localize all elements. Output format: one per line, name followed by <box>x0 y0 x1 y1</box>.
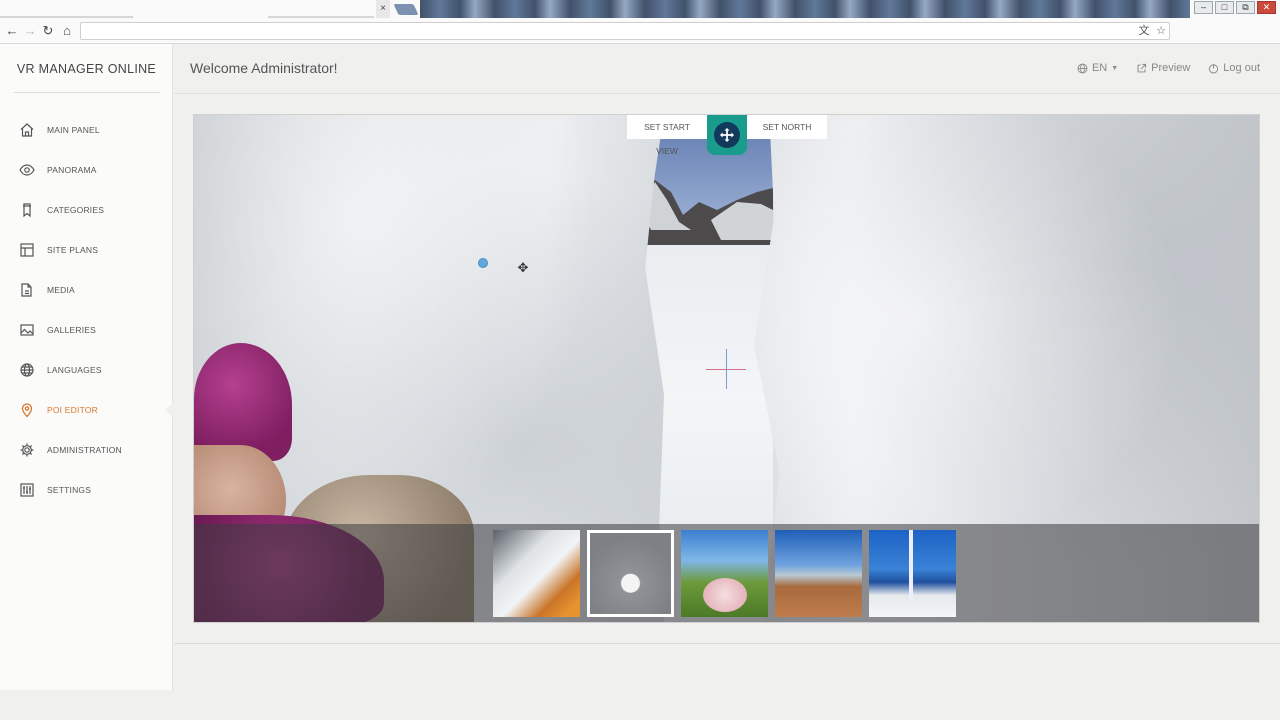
sidebar-menu: MAIN PANEL PANORAMA CATEGORIES SITE PLAN… <box>0 110 174 510</box>
globe-icon <box>1077 63 1088 73</box>
sidebar-item-label: MAIN PANEL <box>47 125 100 135</box>
close-window-button[interactable]: ✕ <box>1257 1 1276 14</box>
files-icon <box>18 281 36 299</box>
preview-link[interactable]: Preview <box>1136 62 1190 74</box>
new-tab-button[interactable] <box>393 4 419 15</box>
power-icon <box>1209 63 1219 73</box>
brand-title: VR MANAGER ONLINE <box>16 62 157 76</box>
map-pin-icon <box>18 401 36 419</box>
sidebar-item-categories[interactable]: CATEGORIES <box>0 190 173 230</box>
sidebar-item-label: PANORAMA <box>47 165 97 175</box>
panorama-thumbnail-strip <box>194 524 1259 622</box>
back-button[interactable]: ← <box>4 22 20 40</box>
sidebar-item-label: GALLERIES <box>47 325 97 335</box>
sidebar-item-languages[interactable]: LANGUAGES <box>0 350 173 390</box>
thumbnail-sailboat-deck[interactable] <box>869 530 956 617</box>
external-link-icon <box>1137 63 1147 72</box>
panorama-viewer[interactable]: ✥ SET START VIEW SET NORTH <box>193 114 1260 623</box>
sidebar-item-label: LANGUAGES <box>47 365 102 375</box>
sidebar-item-label: MEDIA <box>47 285 75 295</box>
set-start-view-button[interactable]: SET START VIEW <box>627 115 707 156</box>
bookmark-star-icon[interactable]: ☆ <box>1153 23 1169 39</box>
layout-icon <box>18 241 36 259</box>
viewer-toolbar: SET START VIEW SET NORTH <box>627 115 827 156</box>
brand-divider <box>14 92 160 93</box>
bookmark-icon <box>18 201 36 219</box>
close-tab-button[interactable]: × <box>376 0 390 18</box>
desktop-background <box>420 0 1190 18</box>
footer-divider <box>174 643 1280 644</box>
minimize-window-button[interactable]: – <box>1194 1 1213 14</box>
move-view-button[interactable] <box>707 115 747 155</box>
sidebar-item-site-plans[interactable]: SITE PLANS <box>0 230 173 270</box>
thumbnail-rocky-coast[interactable] <box>775 530 862 617</box>
address-input[interactable]: 文 ☆ <box>80 22 1170 40</box>
sidebar-item-panorama[interactable]: PANORAMA <box>0 150 173 190</box>
logout-link[interactable]: Log out <box>1208 62 1260 74</box>
browser-toolbar: ← → ↻ ⌂ 文 ☆ <box>0 18 1280 44</box>
panorama-person-hat <box>194 343 292 461</box>
thumbnail-snow-tunnel[interactable] <box>587 530 674 617</box>
home-button[interactable]: ⌂ <box>59 22 75 40</box>
thumbnail-boat-interior[interactable] <box>493 530 580 617</box>
move-arrows-icon <box>714 122 740 148</box>
window-controls: – □ ⧉ ✕ <box>1194 1 1276 14</box>
welcome-message: Welcome Administrator! <box>190 60 338 76</box>
gear-icon <box>18 441 36 459</box>
poi-hotspot[interactable] <box>478 258 488 268</box>
view-center-crosshair <box>726 349 727 389</box>
caret-down-icon: ▼ <box>1111 64 1119 72</box>
sidebar-item-poi-editor[interactable]: POI EDITOR <box>0 390 174 430</box>
language-dropdown[interactable]: EN ▼ <box>1077 62 1118 74</box>
thumbnail-blossom-garden[interactable] <box>681 530 768 617</box>
forward-button[interactable]: → <box>22 22 38 40</box>
page-header: Welcome Administrator! EN ▼ Preview Log … <box>174 44 1280 94</box>
sidebar-item-label: ADMINISTRATION <box>47 445 122 455</box>
sidebar-item-label: SITE PLANS <box>47 245 99 255</box>
translate-icon[interactable]: 文 <box>1136 23 1152 39</box>
preview-label: Preview <box>1151 62 1191 74</box>
set-north-button[interactable]: SET NORTH <box>747 115 827 139</box>
browser-tabstrip: × – □ ⧉ ✕ <box>0 0 1280 18</box>
language-label: EN <box>1091 62 1108 74</box>
sidebar-item-main-panel[interactable]: MAIN PANEL <box>0 110 173 150</box>
sidebar-item-label: SETTINGS <box>47 485 92 495</box>
sidebar-item-label: CATEGORIES <box>47 205 105 215</box>
sidebar-item-label: POI EDITOR <box>47 405 98 415</box>
gallery-icon <box>18 321 36 339</box>
move-cursor-icon: ✥ <box>517 260 529 275</box>
sidebar: VR MANAGER ONLINE MAIN PANEL PANORAMA CA… <box>0 44 174 690</box>
sidebar-item-media[interactable]: MEDIA <box>0 270 173 310</box>
eye-icon <box>18 161 36 179</box>
sliders-icon <box>18 481 36 499</box>
thumbnail-list <box>493 530 956 617</box>
home-icon <box>18 121 36 139</box>
maximize-window-button[interactable]: ⧉ <box>1236 1 1255 14</box>
reload-button[interactable]: ↻ <box>40 22 56 40</box>
header-actions: EN ▼ Preview Log out <box>1077 62 1260 74</box>
globe-icon <box>18 361 36 379</box>
sidebar-item-administration[interactable]: ADMINISTRATION <box>0 430 173 470</box>
logout-label: Log out <box>1223 62 1260 74</box>
sidebar-item-settings[interactable]: SETTINGS <box>0 470 173 510</box>
sidebar-item-galleries[interactable]: GALLERIES <box>0 310 173 350</box>
restore-window-button[interactable]: □ <box>1215 1 1234 14</box>
